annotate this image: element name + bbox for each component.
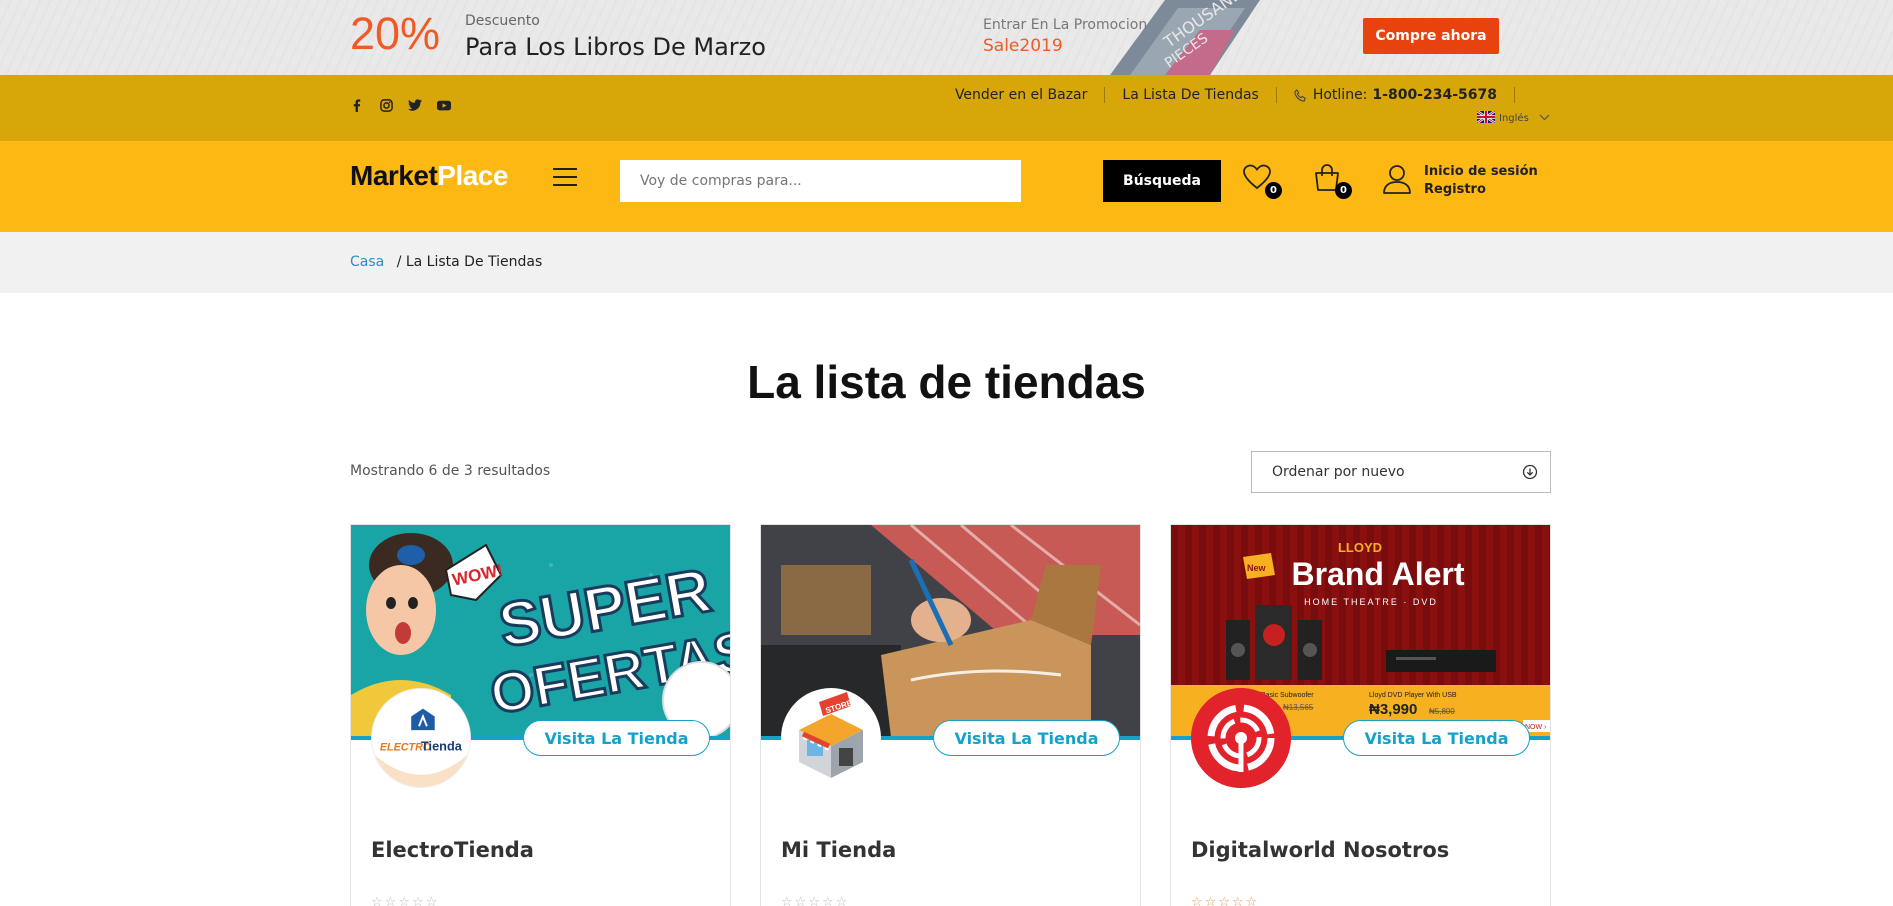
breadcrumb-home[interactable]: Casa [350,254,384,270]
phone-icon [1294,88,1307,102]
divider [1514,87,1515,103]
store-name[interactable]: ElectroTienda [371,838,534,862]
star-icon: ☆ [371,895,383,906]
star-icon: ☆ [781,895,793,906]
account-links: Inicio de sesión Registro [1424,163,1538,199]
stores-link[interactable]: La Lista De Tiendas [1122,87,1258,103]
star-icon: ☆ [1245,895,1258,906]
promo-enter-text: Entrar En La Promocion [983,17,1148,33]
star-icon: ☆ [384,895,397,906]
store-card: STORE Visita La Tienda Mi Tienda ☆ ☆ ☆ ☆ ☆ [760,524,1141,906]
brand-alert-headline: Brand Alert [1291,556,1464,592]
star-icon: ☆ [794,895,807,906]
store-name[interactable]: Mi Tienda [781,838,896,862]
language-selector[interactable]: Inglés [1476,110,1550,126]
promo-headline: Para Los Libros De Marzo [465,33,766,61]
hotline-number[interactable]: 1-800-234-5678 [1372,87,1497,103]
promo-label: Descuento [465,13,540,29]
star-icon: ☆ [1218,895,1230,906]
login-link[interactable]: Inicio de sesión [1424,163,1538,181]
page: 20% Descuento Para Los Libros De Marzo T… [0,0,1893,906]
star-icon: ☆ [1231,895,1244,906]
logo[interactable]: MarketPlace [350,160,508,192]
register-link[interactable]: Registro [1424,181,1538,199]
wishlist-count: 0 [1265,182,1282,199]
wishlist-icon[interactable]: 0 [1242,163,1282,199]
cart-count: 0 [1335,182,1352,199]
store-rating: ☆ ☆ ☆ ☆ ☆ [781,895,847,906]
uk-flag-icon [1476,110,1496,126]
star-icon: ☆ [808,895,820,906]
banner-item2: Lloyd DVD Player With USB [1369,692,1457,699]
store-rating: ☆ ☆ ☆ ☆ ☆ [371,895,437,906]
results-count: Mostrando 6 de 3 resultados [350,463,551,479]
twitter-icon[interactable] [408,98,422,112]
new-tag: New [1247,563,1267,573]
banner-price2-old: ₦5,800 [1429,707,1455,716]
star-icon: ☆ [1191,895,1203,906]
star-icon: ☆ [835,895,848,906]
visit-store-button[interactable]: Visita La Tienda [523,720,710,756]
buy-now-button[interactable]: Compre ahora [1363,18,1499,54]
visit-store-button[interactable]: Visita La Tienda [1343,720,1530,756]
account-area: Inicio de sesión Registro [1382,163,1538,199]
promo-percent: 20% [350,8,441,59]
breadcrumb: Casa / La Lista De Tiendas [0,232,1893,293]
social-links [350,98,451,112]
star-icon: ☆ [425,895,438,906]
store-rating: ☆ ☆ ☆ ☆ ☆ [1191,895,1257,906]
lloyd-brand: LLOYD [1338,540,1382,555]
banner-price2: ₦3,990 [1369,701,1417,718]
store-logo [1191,688,1291,788]
language-label: Inglés [1499,113,1529,124]
instagram-icon[interactable] [379,98,393,112]
youtube-icon[interactable] [437,98,451,112]
logo-place: Place [437,160,508,191]
promo-code: Sale2019 [983,36,1063,56]
store-name[interactable]: Digitalworld Nosotros [1191,838,1449,862]
cart-icon[interactable]: 0 [1312,163,1352,199]
banner-price1-old: ₦13,565 [1283,703,1314,712]
visit-store-button[interactable]: Visita La Tienda [933,720,1120,756]
star-icon: ☆ [821,895,834,906]
logo-market: Market [350,160,438,191]
star-icon: ☆ [411,895,424,906]
sort-select[interactable]: Ordenar por nuevo [1251,451,1551,493]
divider [1275,87,1277,103]
brand-alert-sub: HOME THEATRE · DVD [1304,597,1438,607]
store-card: WOW! SUPER OFERTAS ELECTRO Tienda Visita… [350,524,731,906]
facebook-icon[interactable] [350,98,364,112]
arrow-down-circle-icon [1522,464,1538,480]
breadcrumb-current: / La Lista De Tiendas [396,254,543,270]
menu-icon[interactable] [553,168,577,186]
main-header: MarketPlace Búsqueda 0 0 Inicio de sesió… [0,141,1893,232]
sell-link[interactable]: Vender en el Bazar [955,87,1087,103]
electro-logo-b: Tienda [421,739,463,754]
sort-label: Ordenar por nuevo [1272,464,1405,480]
promo-book-image: THOUSAND PIECES [1070,0,1320,75]
search-input[interactable] [620,160,1021,202]
search-button[interactable]: Búsqueda [1103,160,1221,202]
star-icon: ☆ [1204,895,1217,906]
page-title: La lista de tiendas [747,356,1146,408]
divider [1104,87,1106,103]
store-logo: STORE [781,688,881,788]
store-card: LLOYD New Brand Alert HOME THEATRE · DVD… [1170,524,1551,906]
store-logo: ELECTRO Tienda [371,688,471,788]
star-icon: ☆ [398,895,410,906]
chevron-down-icon [1539,113,1550,124]
top-links: Vender en el Bazar La Lista De Tiendas H… [955,87,1532,103]
user-icon[interactable] [1382,163,1412,199]
hotline-label: Hotline: [1312,87,1368,103]
top-bar: Vender en el Bazar La Lista De Tiendas H… [0,75,1893,141]
promo-bar: 20% Descuento Para Los Libros De Marzo T… [0,0,1893,75]
